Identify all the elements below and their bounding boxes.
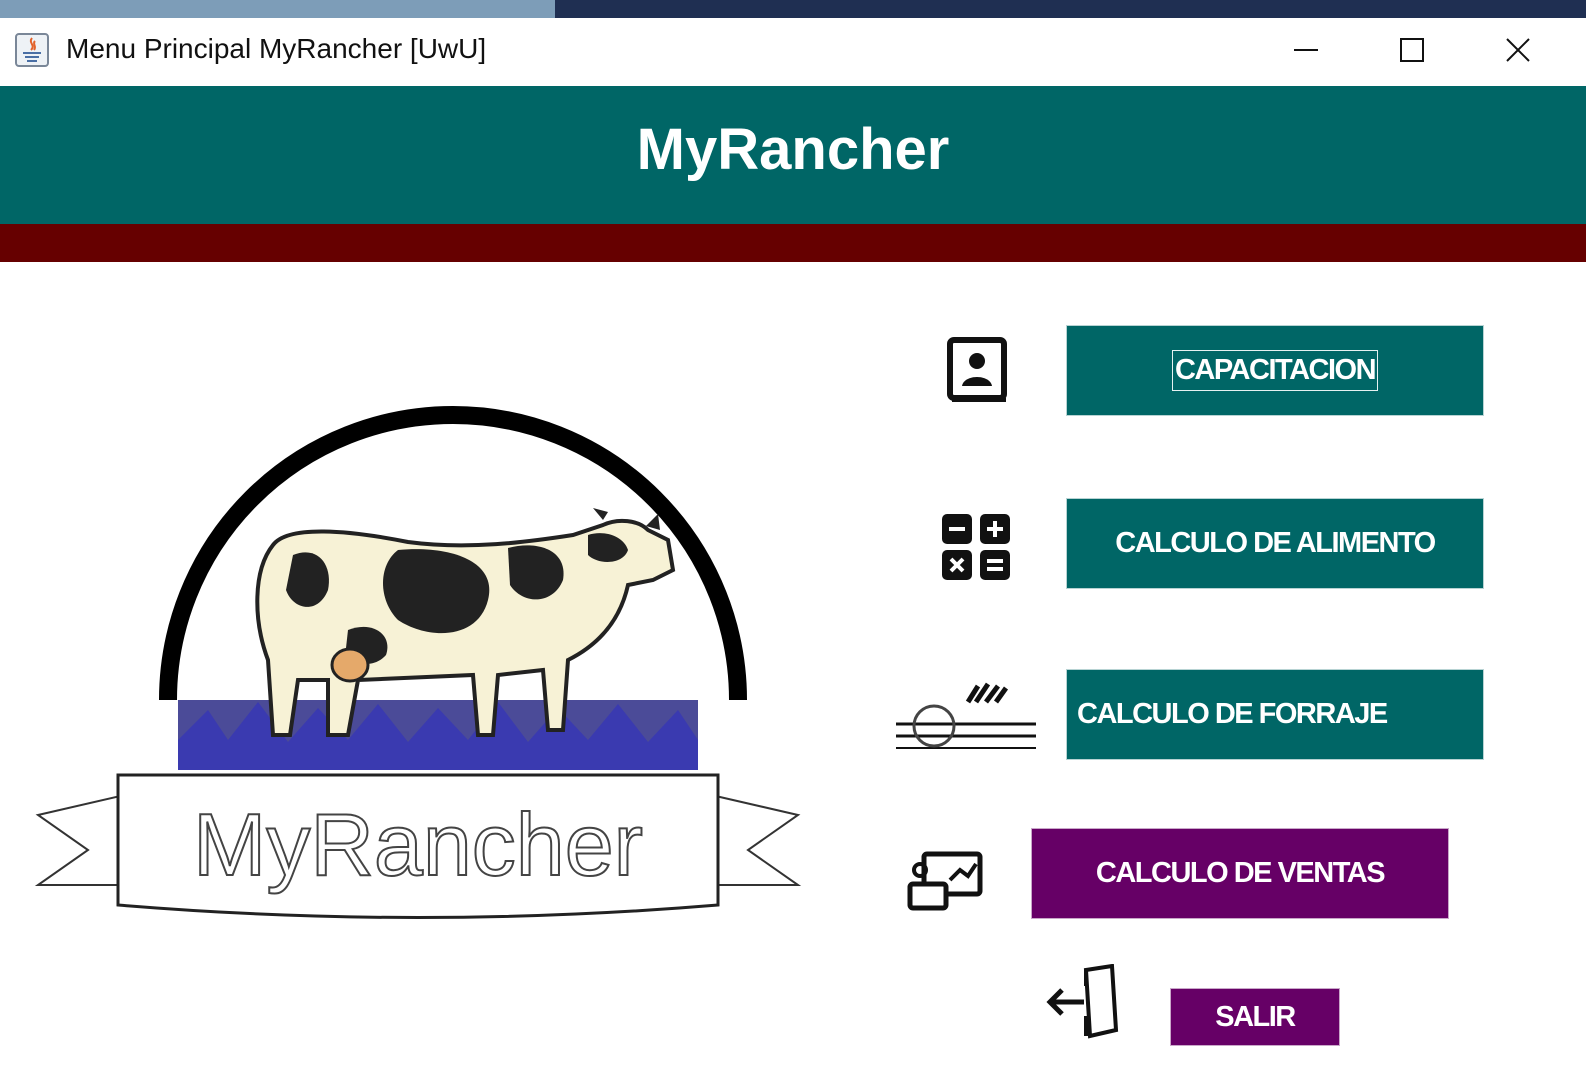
header-band xyxy=(0,224,1586,262)
capacitacion-button[interactable]: CAPACITACION xyxy=(1066,325,1484,416)
close-button[interactable] xyxy=(1488,26,1548,74)
window-titlebar: Menu Principal MyRancher [UwU] xyxy=(0,18,1586,86)
window-title: Menu Principal MyRancher [UwU] xyxy=(66,33,487,64)
app-header: MyRancher xyxy=(0,86,1586,224)
calculo-alimento-button[interactable]: CALCULO DE ALIMENTO xyxy=(1066,498,1484,589)
training-book-icon xyxy=(947,337,1007,402)
calculo-forraje-button[interactable]: CALCULO DE FORRAJE xyxy=(1066,669,1484,760)
header-title: MyRancher xyxy=(636,117,950,182)
logo-text: MyRancher xyxy=(193,795,643,894)
maximize-button[interactable] xyxy=(1382,26,1442,74)
minimize-button[interactable] xyxy=(1276,26,1336,74)
sales-icon xyxy=(907,851,983,911)
salir-button[interactable]: SALIR xyxy=(1170,988,1340,1046)
calculo-ventas-label: CALCULO DE VENTAS xyxy=(1095,857,1386,889)
cow-logo: MyRancher xyxy=(34,406,802,919)
calculo-ventas-button[interactable]: CALCULO DE VENTAS xyxy=(1031,828,1449,919)
minimize-icon xyxy=(1294,49,1318,51)
calculator-icon xyxy=(942,514,1010,580)
desktop-strip-left xyxy=(0,0,555,18)
calculo-alimento-label: CALCULO DE ALIMENTO xyxy=(1115,527,1436,559)
java-app-icon xyxy=(15,33,49,67)
capacitacion-label: CAPACITACION xyxy=(1171,350,1379,391)
calculo-forraje-label: CALCULO DE FORRAJE xyxy=(1077,698,1388,730)
exit-icon xyxy=(1046,964,1119,1039)
maximize-icon xyxy=(1400,38,1424,62)
close-icon xyxy=(1506,38,1530,62)
forage-icon xyxy=(896,682,1036,749)
salir-label: SALIR xyxy=(1215,1000,1296,1033)
